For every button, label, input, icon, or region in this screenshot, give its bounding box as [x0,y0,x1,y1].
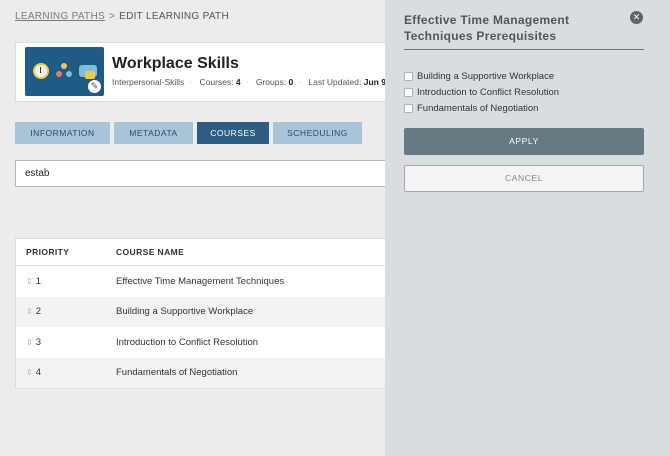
drag-handle-icon[interactable]: ⇕ [26,368,33,377]
chat-icon [79,65,97,79]
breadcrumb-learning-paths-link[interactable]: LEARNING PATHS [15,11,105,22]
drag-handle-icon[interactable]: ⇕ [26,338,33,347]
groups-count: 0 [288,77,294,87]
prerequisite-checkbox[interactable] [404,71,413,81]
courses-label: Courses: [199,77,234,87]
priority-column-header: PRIORITY [26,247,70,257]
tab-courses[interactable]: COURSES [197,122,269,144]
people-icon [56,63,72,79]
panel-divider [404,49,644,50]
category-label: Interpersonal-Skills [112,77,185,87]
tab-metadata[interactable]: METADATA [114,122,193,144]
prerequisite-options: Building a Supportive Workplace Introduc… [404,68,559,116]
course-name-column-header: COURSE NAME [116,247,185,257]
table-row[interactable]: ⇕ 1 Effective Time Management Techniques [16,266,386,297]
table-header-row: PRIORITY COURSE NAME [16,239,386,266]
courses-count: 4 [235,77,241,87]
prerequisite-checkbox[interactable] [404,87,413,97]
courses-table: PRIORITY COURSE NAME ⇕ 1 Effective Time M… [15,238,386,389]
row-priority: 4 [35,367,41,379]
page: LEARNING PATHS > EDIT LEARNING PATH ✎ Work… [0,0,670,456]
close-icon[interactable]: ✕ [630,11,643,24]
prerequisite-checkbox[interactable] [404,103,413,113]
prerequisite-option[interactable]: Fundamentals of Negotiation [404,100,559,116]
table-row[interactable]: ⇕ 2 Building a Supportive Workplace [16,296,386,327]
prerequisite-option-label: Introduction to Conflict Resolution [417,86,560,98]
prerequisite-option[interactable]: Building a Supportive Workplace [404,68,559,84]
last-updated-label: Last Updated: [308,77,362,87]
edit-icon[interactable]: ✎ [88,80,101,93]
table-row[interactable]: ⇕ 4 Fundamentals of Negotiation [16,357,386,388]
table-row[interactable]: ⇕ 3 Introduction to Conflict Resolution [16,327,386,358]
learning-path-header-card: ✎ Workplace Skills Interpersonal-Skills ·… [15,42,410,102]
breadcrumb-current: EDIT LEARNING PATH [119,11,229,22]
drag-handle-icon[interactable]: ⇕ [26,307,33,316]
apply-button[interactable]: APPLY [404,128,644,155]
row-course-name: Fundamentals of Negotiation [116,367,238,379]
tab-scheduling[interactable]: SCHEDULING [273,122,362,144]
row-priority: 2 [35,306,41,318]
prerequisite-option-label: Fundamentals of Negotiation [417,102,539,114]
breadcrumb-separator: > [108,11,116,22]
panel-title: Effective Time Management Techniques Pre… [404,13,570,43]
learning-path-thumbnail[interactable]: ✎ [25,47,104,96]
learning-path-title: Workplace Skills [112,55,239,72]
clock-icon [33,63,49,79]
groups-label: Groups: [255,77,287,87]
drag-handle-icon[interactable]: ⇕ [26,277,33,286]
row-course-name: Effective Time Management Techniques [116,275,285,287]
prerequisite-option[interactable]: Introduction to Conflict Resolution [404,84,559,100]
learning-path-meta: Interpersonal-Skills · Courses: 4 · Groups… [112,77,410,87]
tab-information[interactable]: INFORMATION [15,122,110,144]
prerequisites-panel: Effective Time Management Techniques Pre… [385,0,670,456]
row-course-name: Building a Supportive Workplace [116,306,254,318]
row-priority: 1 [35,275,41,287]
cancel-button[interactable]: CANCEL [404,165,644,192]
row-course-name: Introduction to Conflict Resolution [116,336,259,348]
row-priority: 3 [35,336,41,348]
tab-bar: INFORMATION METADATA COURSES SCHEDULING [15,122,362,144]
breadcrumb: LEARNING PATHS > EDIT LEARNING PATH [15,11,229,22]
prerequisite-option-label: Building a Supportive Workplace [417,70,555,82]
course-search-input[interactable] [15,160,386,187]
